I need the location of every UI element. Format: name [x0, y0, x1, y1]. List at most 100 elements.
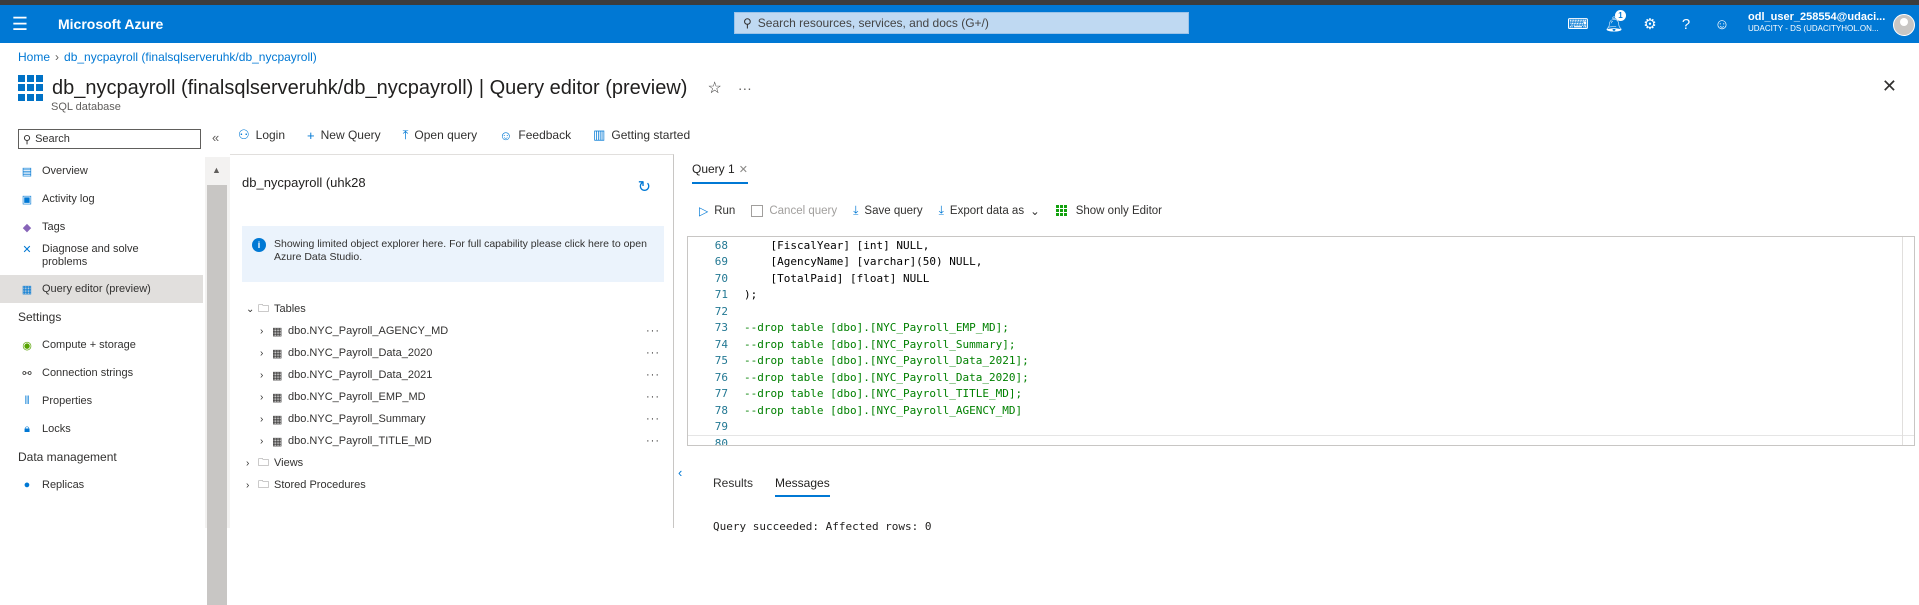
nav-item-tags[interactable]: ◆ Tags	[0, 213, 203, 241]
tree-label: dbo.NYC_Payroll_AGENCY_MD	[288, 325, 449, 337]
more-options-icon[interactable]: ···	[646, 413, 660, 425]
code-line-current: 80	[688, 435, 1914, 445]
breadcrumb-current[interactable]: db_nycpayroll (finalsqlserveruhk/db_nycp…	[64, 50, 317, 64]
nav-label: Query editor (preview)	[42, 283, 151, 295]
getting-started-button[interactable]: ▥ Getting started	[593, 127, 690, 143]
chevron-right-icon: ›	[246, 479, 250, 491]
line-number: 74	[714, 337, 728, 351]
nav-item-locks[interactable]: 🔒︎ Locks	[0, 415, 203, 443]
export-data-button[interactable]: ⤓ Export data as ⌄	[939, 203, 1040, 218]
brand-title[interactable]: Microsoft Azure	[58, 16, 163, 32]
tab-query-1[interactable]: Query 1 ✕	[692, 162, 748, 184]
explorer-info-banner[interactable]: i Showing limited object explorer here. …	[242, 226, 664, 282]
object-explorer: db_nycpayroll (uhk28 ↻ i Showing limited…	[230, 154, 674, 528]
code-line: 71);	[688, 287, 1914, 304]
code-text: [TotalPaid] [float] NULL	[744, 271, 930, 285]
chevron-right-icon: ›	[260, 369, 264, 381]
cloud-shell-icon[interactable]: ⌨	[1560, 5, 1596, 43]
nav-item-compute[interactable]: ◉ Compute + storage	[0, 331, 203, 359]
chevron-right-icon: ›	[260, 391, 264, 403]
new-query-button[interactable]: + New Query	[307, 128, 381, 143]
editor-scrollbar[interactable]	[1902, 237, 1914, 445]
nav-item-overview[interactable]: ▤ Overview	[0, 157, 203, 185]
breadcrumb-home[interactable]: Home	[18, 50, 50, 64]
login-button[interactable]: ⚇ Login	[238, 127, 285, 143]
avatar[interactable]	[1893, 14, 1915, 36]
cancel-query-button[interactable]: Cancel query	[751, 204, 837, 217]
play-icon: ▷	[699, 203, 709, 218]
explorer-title: db_nycpayroll (uhk28	[242, 175, 366, 190]
tab-messages[interactable]: Messages	[775, 476, 830, 497]
code-text: --drop table [dbo].[NYC_Payroll_AGENCY_M…	[744, 403, 1023, 417]
feedback-icon[interactable]: ☺	[1704, 5, 1740, 43]
scroll-up-icon[interactable]: ▲	[212, 165, 221, 175]
open-query-label: Open query	[414, 128, 478, 142]
collapse-nav-icon[interactable]: «	[212, 130, 219, 145]
line-number: 79	[714, 420, 728, 434]
nav-item-activity-log[interactable]: ▣ Activity log	[0, 185, 203, 213]
folder-icon: 🗀︎	[258, 456, 269, 469]
book-icon: ▥	[593, 127, 606, 142]
grid-icon	[1055, 204, 1068, 217]
tree-label: dbo.NYC_Payroll_EMP_MD	[288, 391, 426, 403]
tree-node-table[interactable]: › ▦ dbo.NYC_Payroll_Summary ···	[246, 408, 666, 430]
tree-node-table[interactable]: › ▦ dbo.NYC_Payroll_TITLE_MD ···	[246, 430, 666, 452]
more-options-icon[interactable]: ···	[646, 325, 660, 337]
nav-item-diagnose[interactable]: ✕ Diagnose and solve problems	[0, 241, 203, 275]
nav-item-connection-strings[interactable]: ⚯ Connection strings	[0, 359, 203, 387]
notifications-icon[interactable]: 🔔︎ 1	[1596, 5, 1632, 43]
more-options-icon[interactable]: ···	[646, 347, 660, 359]
search-icon: ⚲	[23, 133, 32, 146]
nav-item-query-editor[interactable]: ▦ Query editor (preview)	[0, 275, 203, 303]
code-editor[interactable]: 68 [FiscalYear] [int] NULL, 69 [AgencyNa…	[687, 236, 1915, 446]
close-tab-icon[interactable]: ✕	[739, 163, 748, 176]
tree-node-table[interactable]: › ▦ dbo.NYC_Payroll_Data_2020 ···	[246, 342, 666, 364]
nav-item-replicas[interactable]: ● Replicas	[0, 471, 203, 499]
save-query-button[interactable]: ⤓ Save query	[853, 203, 923, 218]
more-options-icon[interactable]: ···	[646, 435, 660, 447]
nav-scrollbar[interactable]: ▲	[205, 157, 230, 605]
help-icon[interactable]: ?	[1668, 5, 1704, 43]
open-query-button[interactable]: ⤒ Open query	[403, 127, 477, 143]
properties-icon: ⫴	[24, 394, 30, 407]
account-name: odl_user_258554@udaci...	[1748, 11, 1886, 23]
chevron-left-icon[interactable]: ‹	[678, 465, 682, 480]
more-options-icon[interactable]: ···	[738, 80, 752, 96]
refresh-icon[interactable]: ↻	[638, 177, 651, 197]
nav-section-data-management: Data management	[18, 450, 117, 464]
code-line: 73 --drop table [dbo].[NYC_Payroll_EMP_MD…	[688, 320, 1914, 337]
hamburger-menu-icon[interactable]: ☰	[0, 5, 40, 43]
feedback-button[interactable]: ☺ Feedback	[499, 128, 571, 143]
tree-node-views[interactable]: › 🗀︎ Views	[246, 452, 666, 474]
code-line: 77 --drop table [dbo].[NYC_Payroll_TITLE_…	[688, 386, 1914, 403]
run-button[interactable]: ▷ Run	[699, 204, 735, 218]
replicas-icon: ●	[23, 479, 31, 491]
code-line: 70 [TotalPaid] [float] NULL	[688, 270, 1914, 287]
show-only-editor-button[interactable]: Show only Editor	[1055, 204, 1162, 217]
account-info[interactable]: odl_user_258554@udaci... UDACITY - DS (U…	[1748, 11, 1888, 35]
getting-started-label: Getting started	[611, 128, 691, 142]
tree-label: dbo.NYC_Payroll_Data_2021	[288, 369, 433, 381]
page-title: db_nycpayroll (finalsqlserveruhk/db_nycp…	[52, 76, 688, 99]
more-options-icon[interactable]: ···	[646, 391, 660, 403]
line-number: 69	[714, 255, 728, 269]
activity-log-icon: ▣	[21, 193, 33, 206]
settings-gear-icon[interactable]: ⚙	[1632, 5, 1668, 43]
nav-search-input[interactable]: ⚲ Search	[18, 129, 201, 149]
tree-node-table[interactable]: › ▦ dbo.NYC_Payroll_EMP_MD ···	[246, 386, 666, 408]
tree-node-stored-procedures[interactable]: › 🗀︎ Stored Procedures	[246, 474, 666, 496]
tab-label: Query 1	[692, 162, 735, 176]
close-icon[interactable]: ✕	[1882, 76, 1897, 97]
tree-node-table[interactable]: › ▦ dbo.NYC_Payroll_AGENCY_MD ···	[246, 320, 666, 342]
tree-node-table[interactable]: › ▦ dbo.NYC_Payroll_Data_2021 ···	[246, 364, 666, 386]
global-search-input[interactable]: ⚲ Search resources, services, and docs (…	[734, 12, 1189, 34]
tab-results[interactable]: Results	[713, 476, 753, 497]
scroll-thumb[interactable]	[207, 185, 227, 605]
chevron-right-icon: ›	[260, 325, 264, 337]
tree-node-tables[interactable]: ⌄ 🗀︎ Tables	[246, 298, 666, 320]
more-options-icon[interactable]: ···	[646, 369, 660, 381]
nav-search-placeholder: Search	[35, 133, 70, 145]
nav-item-properties[interactable]: ⫴ Properties	[0, 387, 203, 415]
favorite-star-icon[interactable]: ☆	[707, 78, 721, 98]
nav-label: Locks	[42, 423, 71, 435]
